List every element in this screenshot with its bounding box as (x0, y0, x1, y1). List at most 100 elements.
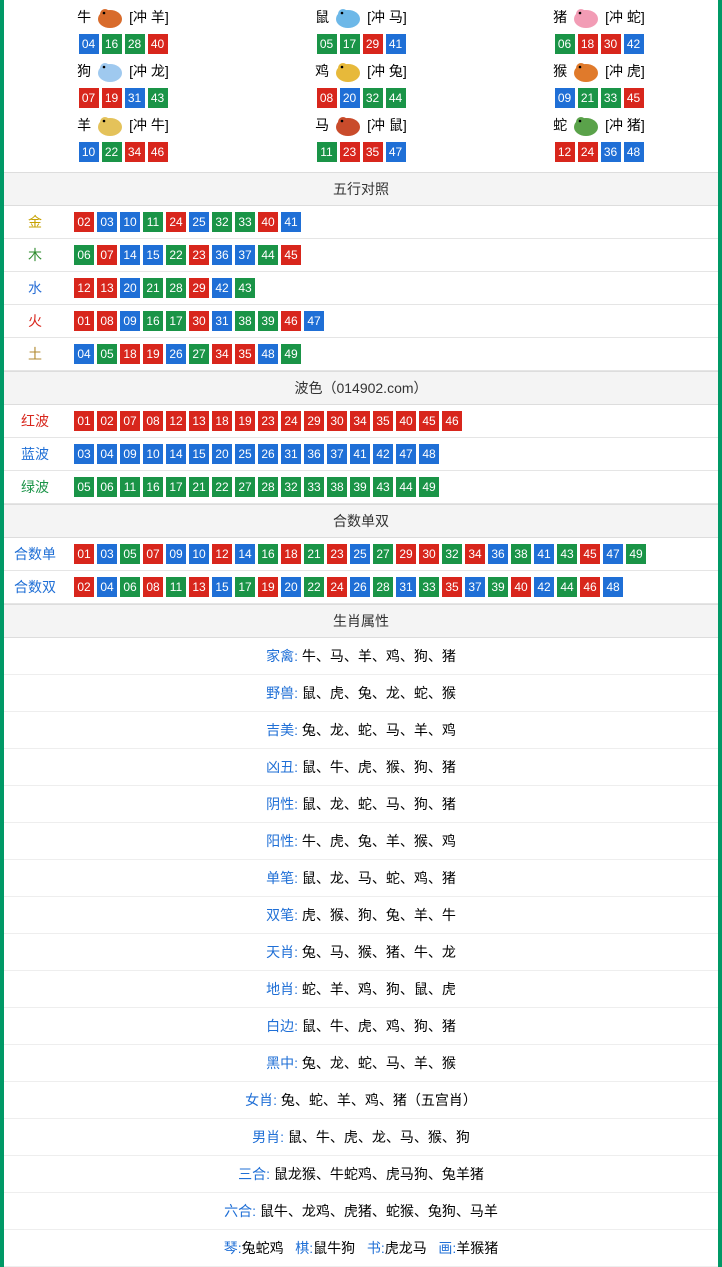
zodiac-conflict: [冲 牛] (129, 115, 169, 135)
snake-icon (569, 112, 603, 138)
number-chip: 22 (304, 577, 324, 597)
number-chip: 08 (97, 311, 117, 331)
number-chip: 18 (281, 544, 301, 564)
row-label: 土 (4, 338, 66, 371)
attr-value: 鼠龙猴、牛蛇鸡、虎马狗、兔羊猪 (274, 1166, 484, 1182)
attr-label: 黑中: (266, 1055, 298, 1071)
attr-value: 牛、虎、兔、羊、猴、鸡 (302, 833, 456, 849)
row-label: 合数双 (4, 571, 66, 604)
number-chip: 06 (555, 34, 575, 54)
attr-row: 阴性: 鼠、龙、蛇、马、狗、猪 (4, 786, 718, 823)
zodiac-name: 猴 (553, 61, 567, 81)
number-chip: 48 (419, 444, 439, 464)
number-chip: 28 (258, 477, 278, 497)
number-chip: 34 (350, 411, 370, 431)
horse-icon (331, 112, 365, 138)
number-chip: 28 (166, 278, 186, 298)
number-chip: 26 (166, 344, 186, 364)
rooster-icon (331, 58, 365, 84)
shengxiao-list: 家禽: 牛、马、羊、鸡、狗、猪 野兽: 鼠、虎、兔、龙、蛇、猴 吉美: 兔、龙、… (4, 638, 718, 1230)
number-chip: 27 (235, 477, 255, 497)
attr-row: 地肖: 蛇、羊、鸡、狗、鼠、虎 (4, 971, 718, 1008)
number-chip: 06 (97, 477, 117, 497)
attr-label: 男肖: (252, 1129, 284, 1145)
attr-label: 阴性: (266, 796, 298, 812)
ox-icon (93, 4, 127, 30)
number-chip: 21 (143, 278, 163, 298)
zodiac-cell: 猪 [冲 蛇] 06183042 (480, 4, 718, 54)
zodiac-numbers: 06183042 (480, 34, 718, 54)
number-chip: 30 (419, 544, 439, 564)
number-chip: 48 (603, 577, 623, 597)
number-chip: 05 (317, 34, 337, 54)
attr-label: 凶丑: (266, 759, 298, 775)
number-chip: 05 (74, 477, 94, 497)
wuxing-title: 五行对照 (4, 172, 718, 206)
number-chip: 41 (534, 544, 554, 564)
zodiac-conflict: [冲 虎] (605, 61, 645, 81)
number-chip: 27 (373, 544, 393, 564)
zodiac-name: 牛 (77, 7, 91, 27)
table-row: 土 04051819262734354849 (4, 338, 718, 371)
row-label: 水 (4, 272, 66, 305)
number-chip: 19 (235, 411, 255, 431)
number-chip: 07 (97, 245, 117, 265)
row-values: 02031011242532334041 (66, 206, 718, 239)
row-values: 1213202128294243 (66, 272, 718, 305)
number-chip: 10 (79, 142, 99, 162)
number-chip: 04 (79, 34, 99, 54)
number-chip: 43 (148, 88, 168, 108)
number-chip: 39 (488, 577, 508, 597)
number-chip: 36 (212, 245, 232, 265)
number-chip: 47 (396, 444, 416, 464)
row-values: 0108091617303138394647 (66, 305, 718, 338)
attr-label: 野兽: (266, 685, 298, 701)
wuxing-table: 金 02031011242532334041 木 060714152223363… (4, 206, 718, 371)
number-chip: 15 (212, 577, 232, 597)
number-chip: 48 (624, 142, 644, 162)
number-chip: 26 (350, 577, 370, 597)
number-chip: 41 (386, 34, 406, 54)
number-chip: 48 (258, 344, 278, 364)
number-chip: 39 (258, 311, 278, 331)
number-chip: 04 (74, 344, 94, 364)
number-chip: 13 (189, 577, 209, 597)
attr-row: 六合: 鼠牛、龙鸡、虎猪、蛇猴、兔狗、马羊 (4, 1193, 718, 1230)
number-chip: 15 (189, 444, 209, 464)
number-chip: 15 (143, 245, 163, 265)
row-label: 合数单 (4, 538, 66, 571)
number-chip: 40 (396, 411, 416, 431)
number-chip: 07 (79, 88, 99, 108)
bose-title: 波色（014902.com） (4, 371, 718, 405)
number-chip: 06 (74, 245, 94, 265)
attr-row: 野兽: 鼠、虎、兔、龙、蛇、猴 (4, 675, 718, 712)
zodiac-conflict: [冲 鼠] (367, 115, 407, 135)
number-chip: 42 (624, 34, 644, 54)
number-chip: 34 (465, 544, 485, 564)
zodiac-numbers: 10223446 (4, 142, 242, 162)
heshu-table: 合数单 010305070910121416182123252729303234… (4, 538, 718, 604)
number-chip: 35 (373, 411, 393, 431)
number-chip: 02 (97, 411, 117, 431)
number-chip: 12 (166, 411, 186, 431)
zodiac-conflict: [冲 马] (367, 7, 407, 27)
number-chip: 24 (578, 142, 598, 162)
number-chip: 20 (340, 88, 360, 108)
zodiac-numbers: 09213345 (480, 88, 718, 108)
number-chip: 29 (189, 278, 209, 298)
zodiac-name: 羊 (77, 115, 91, 135)
number-chip: 06 (120, 577, 140, 597)
number-chip: 41 (350, 444, 370, 464)
number-chip: 17 (235, 577, 255, 597)
attr-value: 兔、蛇、羊、鸡、猪（五宫肖） (281, 1092, 477, 1108)
number-chip: 49 (419, 477, 439, 497)
attr-value: 虎、猴、狗、兔、羊、牛 (302, 907, 456, 923)
zodiac-grid: 牛 [冲 羊] 04162840 鼠 [冲 马] 05172941 猪 (4, 0, 718, 172)
number-chip: 09 (166, 544, 186, 564)
attr-row: 天肖: 兔、马、猴、猪、牛、龙 (4, 934, 718, 971)
number-chip: 44 (557, 577, 577, 597)
row-values: 06071415222336374445 (66, 239, 718, 272)
zodiac-conflict: [冲 龙] (129, 61, 169, 81)
zodiac-name: 鸡 (315, 61, 329, 81)
attr-row: 凶丑: 鼠、牛、虎、猴、狗、猪 (4, 749, 718, 786)
